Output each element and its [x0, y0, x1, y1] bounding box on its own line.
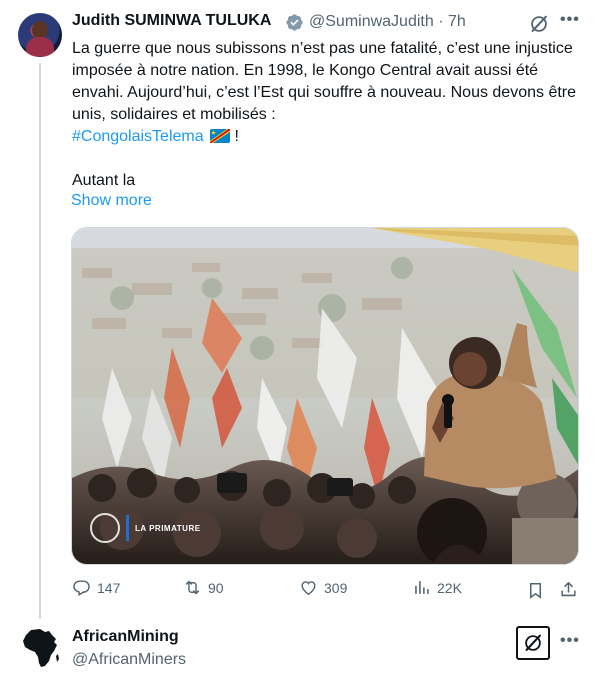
author-name[interactable]: Judith SUMINWA TULUKA [72, 12, 271, 30]
more-icon[interactable]: ••• [560, 632, 580, 650]
show-more-link[interactable]: Show more [71, 192, 152, 210]
tweet-text: La guerre que nous subissons n’est pas u… [72, 38, 577, 192]
share-icon[interactable] [559, 580, 578, 599]
more-icon[interactable]: ••• [560, 11, 580, 29]
author-handle[interactable]: @SuminwaJudith [309, 13, 434, 30]
views-button[interactable]: 22K [412, 578, 462, 597]
reply-button[interactable]: 147 [72, 578, 120, 597]
image-watermark: LA PRIMATURE [90, 513, 201, 543]
grok-icon[interactable] [528, 13, 550, 35]
primature-seal-icon [90, 513, 120, 543]
tweet-paragraph-2: Autant la [72, 170, 577, 192]
watermark-text: LA PRIMATURE [135, 523, 201, 533]
tweet-paragraph-1: La guerre que nous subissons n’est pas u… [72, 38, 577, 126]
tweet-time[interactable]: 7h [448, 13, 466, 30]
avatar-body [26, 37, 54, 57]
verified-badge-icon [286, 14, 303, 31]
reply-icon [73, 580, 90, 597]
like-button[interactable]: 309 [299, 578, 347, 597]
tweet-body-2: Autant la [72, 172, 136, 189]
separator-dot: · [438, 13, 444, 30]
africa-map-icon [23, 629, 59, 667]
tweet-body: La guerre que nous subissons n’est pas u… [72, 40, 577, 123]
analytics-icon [415, 581, 429, 594]
grok-button-focused[interactable] [516, 626, 550, 660]
tweet-image[interactable]: LA PRIMATURE [71, 227, 579, 565]
tweet-actions: 147 90 309 22K [72, 578, 580, 604]
hashtag-suffix: ! [234, 128, 239, 145]
repost-icon [185, 580, 200, 595]
views-count: 22K [437, 579, 462, 596]
watermark-bar [126, 515, 129, 541]
author-avatar[interactable] [18, 13, 62, 57]
like-count: 309 [324, 579, 348, 596]
bookmark-icon[interactable] [526, 581, 545, 600]
author-handle-and-time[interactable]: @SuminwaJudith · 7h [309, 13, 466, 31]
repost-count: 90 [208, 579, 224, 596]
repost-button[interactable]: 90 [183, 578, 224, 597]
thread-line [39, 63, 41, 619]
tweet-hashtag-line: #CongolaisTelema ! [72, 126, 577, 148]
grok-icon [525, 634, 541, 651]
next-author-avatar[interactable] [18, 626, 62, 670]
hashtag-link[interactable]: #CongolaisTelema [72, 128, 204, 145]
drc-flag-icon [210, 129, 231, 143]
next-author-name[interactable]: AfricanMining [72, 628, 179, 646]
reply-count: 147 [97, 579, 121, 596]
next-author-handle[interactable]: @AfricanMiners [72, 651, 186, 669]
heart-icon [301, 581, 316, 596]
